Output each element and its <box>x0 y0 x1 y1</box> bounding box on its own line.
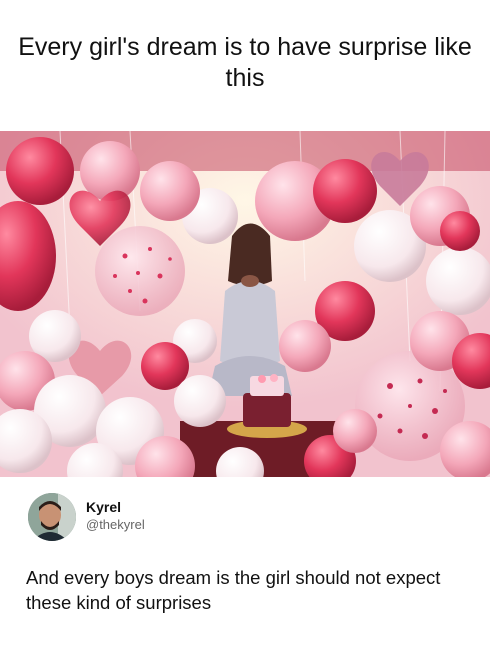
author-handle[interactable]: @thekyrel <box>86 517 145 532</box>
tweet-text: And every boys dream is the girl should … <box>26 567 441 613</box>
balloon-scene <box>0 131 490 477</box>
avatar[interactable] <box>28 493 76 541</box>
balloon-photo <box>0 131 490 477</box>
avatar-image <box>28 493 76 541</box>
author-name[interactable]: Kyrel <box>86 499 121 515</box>
meme-caption: Every girl's dream is to have surprise l… <box>18 33 472 92</box>
tweet-author: Kyrel @thekyrel <box>28 493 468 543</box>
